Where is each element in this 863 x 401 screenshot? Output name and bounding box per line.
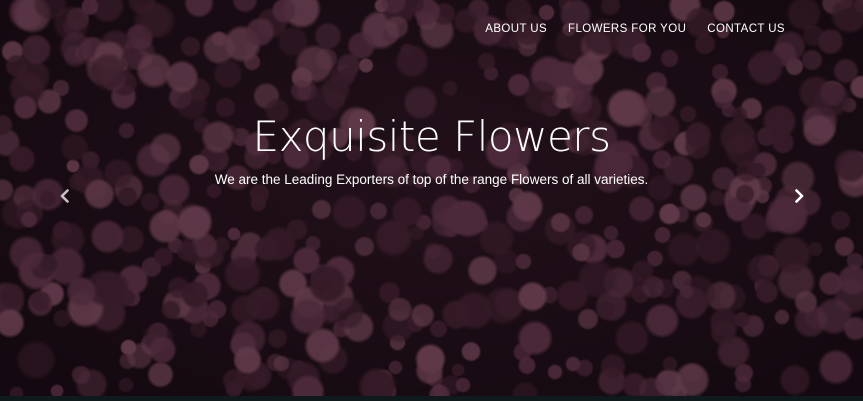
nav-about-us[interactable]: ABOUT US [485,22,547,36]
chevron-right-icon [795,189,804,203]
hero-subtitle: We are the Leading Exporters of top of t… [214,172,649,187]
main-nav: ABOUT US FLOWERS FOR YOU CONTACT US [485,22,785,36]
nav-contact-us[interactable]: CONTACT US [707,22,785,36]
nav-flowers-for-you[interactable]: FLOWERS FOR YOU [568,22,686,36]
page-bottom-edge [0,396,863,401]
hero-title: Exquisite Flowers [252,112,611,161]
hero-carousel-slide: ABOUT US FLOWERS FOR YOU CONTACT US Exqu… [0,0,863,396]
hero-overlay [0,0,863,396]
carousel-prev-button[interactable] [55,186,75,206]
chevron-left-icon [60,189,69,203]
carousel-next-button[interactable] [789,186,809,206]
